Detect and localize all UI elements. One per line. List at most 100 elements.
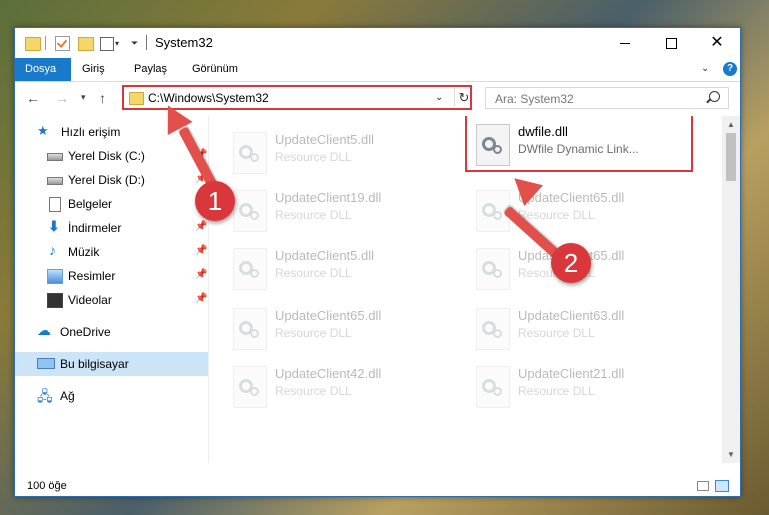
pin-icon[interactable]: 📌 [195,245,207,256]
network-icon: 🖧 [37,388,53,404]
file-item[interactable]: UpdateClient5.dll Resource DLL [227,128,447,178]
scroll-down-icon[interactable]: ▼ [727,450,735,459]
up-arrow-icon[interactable]: ↑ [99,90,106,106]
tab-home[interactable]: Giriş [72,58,115,81]
scroll-up-icon[interactable]: ▲ [727,120,735,129]
tab-file[interactable]: Dosya [15,58,71,81]
file-item[interactable]: UpdateClient42.dll Resource DLL [227,362,447,412]
sidebar-item-documents[interactable]: Belgeler 📌 [15,192,208,216]
ribbon-expand-icon[interactable]: ⌄ [701,63,709,74]
maximize-icon [665,37,677,49]
sidebar-item-downloads[interactable]: ⬇ İndirmeler 📌 [15,216,208,240]
sidebar-item-label: Resimler [68,269,116,283]
sidebar-item-label: İndirmeler [68,221,122,235]
file-item[interactable]: UpdateClient21.dll Resource DLL [470,362,690,412]
downloads-icon: ⬇ [48,218,60,234]
sidebar-item-local-disk-c[interactable]: Yerel Disk (C:) 📌 [15,144,208,168]
sidebar-item-label: Hızlı erişim [61,125,121,139]
file-name: UpdateClient63.dll [518,308,625,323]
customize-icon[interactable] [100,37,114,51]
documents-icon [49,197,61,212]
title-separator [146,35,147,50]
item-count: 100 öğe [27,480,67,492]
refresh-icon[interactable]: ↻ [454,88,473,107]
file-description: Resource DLL [518,326,595,340]
sidebar-item-label: Yerel Disk (D:) [68,173,145,187]
music-icon: ♪ [49,242,56,258]
search-icon[interactable] [709,91,720,102]
pin-icon[interactable]: 📌 [195,221,207,232]
sidebar-item-local-disk-d[interactable]: Yerel Disk (D:) 📌 [15,168,208,192]
help-icon[interactable]: ? [723,62,737,76]
tab-view[interactable]: Görünüm [182,58,248,81]
vertical-scrollbar[interactable]: ▲ ▼ [722,116,740,463]
properties-check-icon[interactable] [55,36,70,51]
recent-locations-icon[interactable]: ▾ [81,92,86,103]
file-item[interactable]: UpdateClient65.dll Resource DLL [227,304,447,354]
dll-file-icon [233,248,267,290]
close-button[interactable]: ✕ [694,28,740,58]
sidebar-item-this-pc[interactable]: Bu bilgisayar [15,352,208,376]
status-bar: 100 öğe [15,475,740,496]
file-item[interactable]: UpdateClient65.dll Resource DLL [470,186,690,236]
file-item[interactable]: UpdateClient5.dll Resource DLL [227,244,447,294]
dll-file-icon [233,132,267,174]
new-folder-icon[interactable] [78,37,94,51]
quick-access-toolbar-menu-icon[interactable]: ⏷ [131,38,138,49]
sidebar-item-pictures[interactable]: Resimler 📌 [15,264,208,288]
file-description: Resource DLL [275,208,352,222]
annotation-badge-1: 1 [195,181,235,221]
file-description: Resource DLL [518,384,595,398]
sidebar-item-network[interactable]: 🖧 Ağ [15,384,208,408]
ribbon-tabs: Dosya Giriş Paylaş Görünüm ⌄ ? [15,58,740,82]
tab-share[interactable]: Paylaş [124,58,177,81]
dll-file-icon [233,308,267,350]
sidebar-item-label: Bu bilgisayar [60,357,129,371]
sidebar-item-label: Videolar [68,293,112,307]
sidebar-item-music[interactable]: ♪ Müzik 📌 [15,240,208,264]
videos-icon [47,293,63,308]
chevron-down-icon[interactable]: ▾ [115,39,119,48]
pin-icon[interactable]: 📌 [195,269,207,280]
navigation-bar: ← → ▾ ↑ C:\Windows\System32 ⌄ ↻ Ara: Sys… [15,82,740,116]
file-item[interactable]: UpdateClient19.dll Resource DLL [227,186,447,236]
cloud-icon: ☁ [37,322,51,338]
details-view-icon[interactable] [697,481,709,491]
sidebar-item-label: Belgeler [68,197,113,211]
file-description: Resource DLL [275,150,352,164]
navigation-pane: ★ Hızlı erişim Yerel Disk (C:) 📌 Yerel D… [15,116,208,463]
file-name: UpdateClient65.dll [275,308,382,323]
search-input[interactable]: Ara: System32 [485,87,729,109]
address-path[interactable]: C:\Windows\System32 [148,91,269,105]
dll-file-icon [476,366,510,408]
chevron-down-icon[interactable]: ⌄ [435,92,443,103]
star-icon: ★ [37,123,49,138]
file-description: Resource DLL [275,384,352,398]
large-icons-view-icon[interactable] [715,480,729,492]
forward-arrow-icon[interactable]: → [55,90,69,106]
pictures-icon [47,269,63,284]
file-name: UpdateClient5.dll [275,248,375,263]
folder-icon [129,92,144,105]
file-item[interactable]: UpdateClient63.dll Resource DLL [470,304,690,354]
file-name: UpdateClient42.dll [275,366,382,381]
file-name: UpdateClient21.dll [518,366,625,381]
window-title: System32 [155,35,213,50]
sidebar-item-label: OneDrive [60,325,111,339]
sidebar-item-label: Müzik [68,245,100,259]
sidebar-item-onedrive[interactable]: ☁ OneDrive [15,320,208,344]
back-arrow-icon[interactable]: ← [26,90,40,106]
dll-file-icon [233,366,267,408]
file-description: Resource DLL [275,326,352,340]
sidebar-item-label: Yerel Disk (C:) [68,149,145,163]
annotation-badge-2: 2 [551,243,591,283]
folder-icon [25,37,41,51]
quick-access-separator [45,36,46,50]
scrollbar-thumb[interactable] [726,133,736,181]
sidebar-item-videos[interactable]: Videolar 📌 [15,288,208,312]
file-description: Resource DLL [275,266,352,280]
minimize-button[interactable] [602,28,648,58]
pin-icon[interactable]: 📌 [195,293,207,304]
maximize-button[interactable] [648,28,694,58]
sidebar-item-label: Ağ [60,389,75,403]
